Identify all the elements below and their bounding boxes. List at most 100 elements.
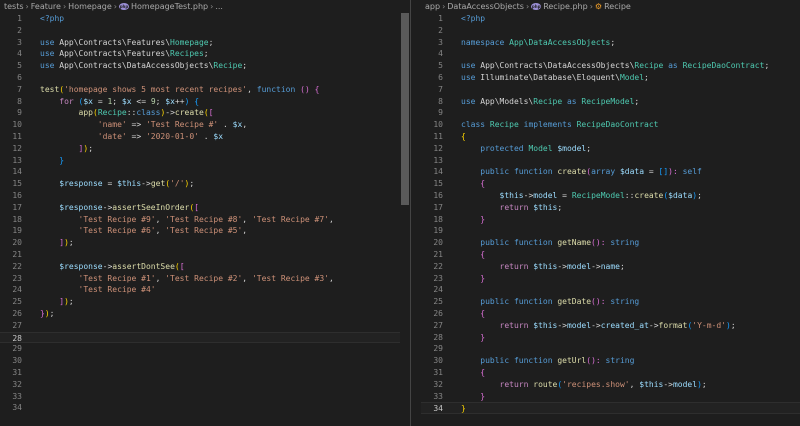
breadcrumb-item[interactable]: ... — [215, 2, 223, 11]
code-line[interactable]: 24 — [421, 284, 800, 296]
line-number: 11 — [12, 131, 22, 141]
code-token: ] — [40, 238, 65, 248]
code-token: 'Test Recipe #9' — [40, 214, 156, 224]
code-token: ; — [730, 320, 736, 330]
code-line[interactable]: 30 public function getUrl(): string — [421, 355, 800, 367]
code-line[interactable]: 18 'Test Recipe #9', 'Test Recipe #8', '… — [0, 214, 410, 226]
code-line[interactable]: 30 — [0, 355, 410, 367]
code-line[interactable]: 5 use App\Contracts\DataAccessObjects\Rec… — [421, 60, 800, 72]
code-line[interactable]: 33 — [0, 391, 410, 403]
code-line[interactable]: 1 <?php — [421, 13, 800, 25]
code-line[interactable]: 21 { — [421, 249, 800, 261]
code-line[interactable]: 29 — [421, 343, 800, 355]
code-token: -> — [523, 190, 534, 200]
code-line[interactable]: 23 'Test Recipe #1', 'Test Recipe #2', '… — [0, 273, 410, 285]
code-line[interactable]: 24 'Test Recipe #4' — [0, 284, 410, 296]
code-line[interactable]: 11 { — [421, 131, 800, 143]
breadcrumb-item[interactable]: Feature — [31, 2, 61, 11]
code-line[interactable]: 23 } — [421, 273, 800, 285]
code-area-right[interactable]: 1 <?php 2 3 namespace App\DataAccessObjects;… — [421, 13, 800, 426]
code-line[interactable]: 26}); — [0, 308, 410, 320]
code-token: :: — [624, 190, 635, 200]
code-line[interactable]: 21 — [0, 249, 410, 261]
code-area-left[interactable]: 1 <?php 2 3 use App\Contracts\Features\Homep… — [0, 13, 410, 426]
code-line[interactable]: 15 { — [421, 178, 800, 190]
code-line[interactable]: 9 app(Recipe::class)->create([ — [0, 107, 410, 119]
code-line[interactable]: 9 — [421, 107, 800, 119]
code-token: ; — [208, 37, 214, 47]
code-line[interactable]: 19 'Test Recipe #6', 'Test Recipe #5', — [0, 225, 410, 237]
code-line[interactable]: 10 class Recipe implements RecipeDaoContr… — [421, 119, 800, 131]
breadcrumb-item[interactable]: app — [425, 2, 440, 11]
code-line[interactable]: 17 return $this; — [421, 202, 800, 214]
code-line[interactable]: 25 ]); — [0, 296, 410, 308]
breadcrumb-file[interactable]: Recipe.php — [543, 2, 588, 11]
line-code: use App\Contracts\Features\Homepage; — [40, 37, 213, 49]
code-line[interactable]: 2 — [421, 25, 800, 37]
code-line[interactable]: 12 ]); — [0, 143, 410, 155]
code-line[interactable]: 26 { — [421, 308, 800, 320]
code-line[interactable]: 13 — [421, 155, 800, 167]
code-line[interactable]: 22 return $this->model->name; — [421, 261, 800, 273]
code-token: class — [461, 120, 490, 130]
code-token: ; — [557, 202, 563, 212]
code-line[interactable]: 7 test('homepage shows 5 most recent reci… — [0, 84, 410, 96]
code-line[interactable]: 8 use App\Models\Recipe as RecipeModel; — [421, 96, 800, 108]
scrollbar-thumb[interactable] — [401, 13, 409, 205]
vertical-scrollbar[interactable] — [400, 13, 410, 426]
breadcrumb-item[interactable]: Homepage — [68, 2, 112, 11]
right-editor-pane[interactable]: app › DataAccessObjects › php Recipe.php › ⚙ Rec… — [421, 0, 800, 426]
code-line[interactable]: 16 $this->model = RecipeModel::create($d… — [421, 190, 800, 202]
code-line[interactable]: 3 namespace App\DataAccessObjects; — [421, 37, 800, 49]
breadcrumb-left: tests › Feature › Homepage › php HomepageTest.p… — [0, 0, 410, 13]
line-number: 24 — [12, 285, 22, 295]
left-editor-pane[interactable]: tests › Feature › Homepage › php HomepageTest.p… — [0, 0, 410, 426]
code-line[interactable]: 27 — [0, 320, 410, 332]
code-line[interactable]: 3 use App\Contracts\Features\Homepage; — [0, 37, 410, 49]
code-line[interactable]: 20 ]); — [0, 237, 410, 249]
code-line[interactable]: 20 public function getName(): string — [421, 237, 800, 249]
code-line[interactable]: 19 — [421, 225, 800, 237]
code-line[interactable]: 6 use Illuminate\Database\Eloquent\Model; — [421, 72, 800, 84]
line-code: public function create(array $data = [])… — [461, 166, 702, 178]
code-line[interactable]: 32 return route('recipes.show', $this->m… — [421, 379, 800, 391]
code-line[interactable]: 10 'name' => 'Test Recipe #' . $x, — [0, 119, 410, 131]
code-line[interactable]: 32 — [0, 379, 410, 391]
split-divider[interactable] — [410, 0, 421, 426]
breadcrumb-item[interactable]: tests — [4, 2, 24, 11]
breadcrumb-file[interactable]: HomepageTest.php — [131, 2, 208, 11]
line-number: 7 — [438, 84, 443, 94]
code-line[interactable]: 13 } — [0, 155, 410, 167]
breadcrumb-symbol[interactable]: Recipe — [604, 2, 631, 11]
code-line[interactable]: 29 — [0, 343, 410, 355]
code-line[interactable]: 31 { — [421, 367, 800, 379]
breadcrumb-item[interactable]: DataAccessObjects — [447, 2, 524, 11]
code-line[interactable]: 34} — [421, 402, 800, 415]
code-line[interactable]: 7 — [421, 84, 800, 96]
code-line[interactable]: 34 — [0, 402, 410, 414]
code-token: RecipeModel — [581, 96, 635, 106]
code-line[interactable]: 18 } — [421, 214, 800, 226]
code-line[interactable]: 28 — [0, 331, 410, 344]
code-line[interactable]: 14 — [0, 166, 410, 178]
code-line[interactable]: 4 use App\Contracts\Features\Recipes; — [0, 48, 410, 60]
code-line[interactable]: 8 for ($x = 1; $x <= 9; $x++) { — [0, 96, 410, 108]
code-line[interactable]: 5 use App\Contracts\DataAccessObjects\Rec… — [0, 60, 410, 72]
code-line[interactable]: 1 <?php — [0, 13, 410, 25]
code-line[interactable]: 6 — [0, 72, 410, 84]
code-line[interactable]: 25 public function getDate(): string — [421, 296, 800, 308]
code-line[interactable]: 11 'date' => '2020-01-0' . $x — [0, 131, 410, 143]
code-line[interactable]: 14 public function create(array $data = … — [421, 166, 800, 178]
code-line[interactable]: 28 } — [421, 332, 800, 344]
code-line[interactable]: 4 — [421, 48, 800, 60]
code-line[interactable]: 16 — [0, 190, 410, 202]
code-line[interactable]: 22 $response->assertDontSee([ — [0, 261, 410, 273]
code-line[interactable]: 33 } — [421, 391, 800, 403]
code-line[interactable]: 31 — [0, 367, 410, 379]
code-line[interactable]: 12 protected Model $model; — [421, 143, 800, 155]
code-line[interactable]: 27 return $this->model->created_at->form… — [421, 320, 800, 332]
code-line[interactable]: 17 $response->assertSeeInOrder([ — [0, 202, 410, 214]
code-line[interactable]: 15 $response = $this->get('/'); — [0, 178, 410, 190]
code-line[interactable]: 2 — [0, 25, 410, 37]
line-number: 17 — [433, 202, 443, 212]
